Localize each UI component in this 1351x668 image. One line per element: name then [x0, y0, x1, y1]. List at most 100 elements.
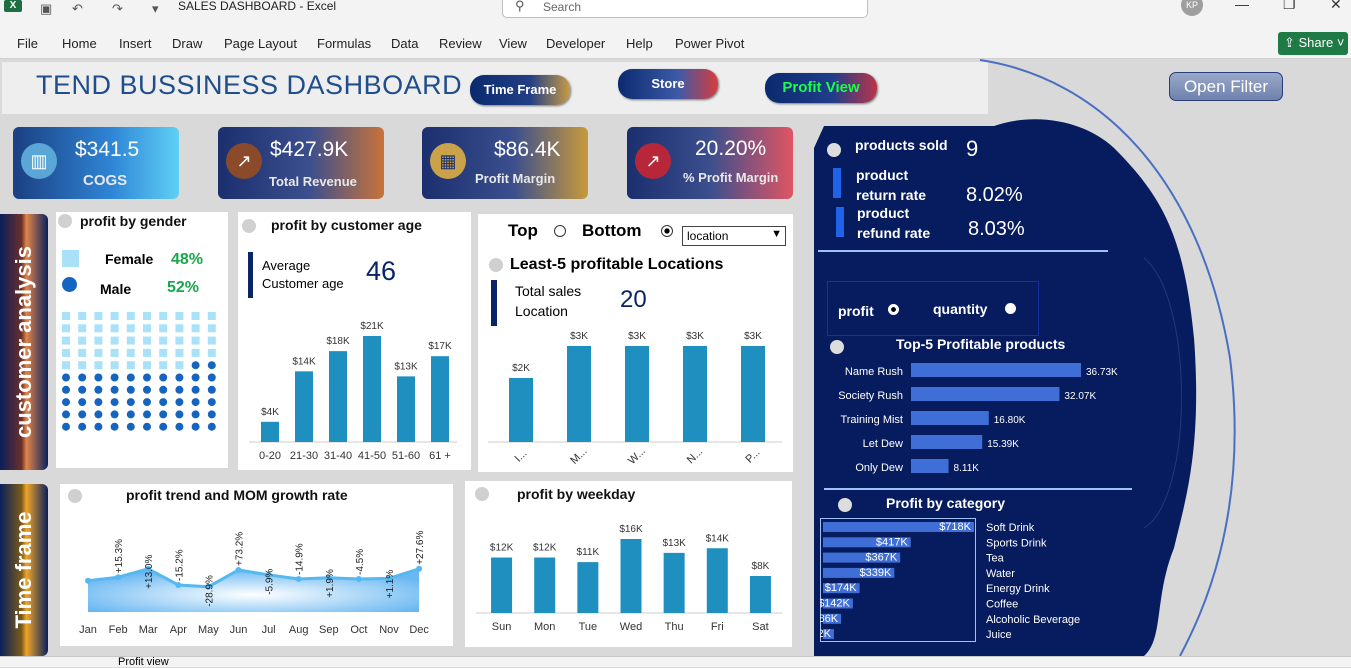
menu-formulas[interactable]: Formulas: [317, 36, 371, 51]
waffle-cell-male: [175, 398, 184, 407]
waffle-cell-female: [191, 348, 200, 357]
waffle-cell-female: [159, 312, 168, 320]
menu-developer[interactable]: Developer: [546, 36, 605, 51]
male-legend-swatch: [62, 277, 77, 292]
waffle-cell-female: [94, 312, 103, 320]
waffle-cell-female: [94, 336, 103, 345]
sheet-tabs-bar: Profit view: [0, 656, 1351, 668]
menu-help[interactable]: Help: [626, 36, 653, 51]
profit-view-button[interactable]: Profit View: [765, 73, 877, 103]
close-icon[interactable]: ✕: [1330, 0, 1342, 13]
age-panel-toggle[interactable]: [242, 219, 256, 233]
waffle-cell-female: [62, 324, 70, 333]
products-sold-label: products sold: [855, 137, 948, 153]
data-label: $3K: [744, 331, 762, 342]
menu-page-layout[interactable]: Page Layout: [224, 36, 297, 51]
waffle-cell-female: [143, 361, 151, 370]
kpi-cogs-label: COGS: [83, 172, 128, 189]
maximize-icon[interactable]: ❐: [1283, 0, 1296, 13]
waffle-cell-male: [62, 373, 70, 382]
top5-toggle[interactable]: [830, 340, 844, 354]
waffle-cell-female: [175, 312, 184, 320]
tick-label: W...: [626, 445, 648, 467]
waffle-cell-female: [191, 336, 200, 345]
redo-icon[interactable]: ↷: [112, 1, 123, 17]
tick-label: Fri: [711, 621, 724, 633]
time-frame-tab[interactable]: Time frame: [0, 484, 48, 656]
menu-insert[interactable]: Insert: [119, 36, 152, 51]
data-point: [115, 574, 122, 581]
menu-review[interactable]: Review: [439, 36, 482, 51]
trend-panel-toggle[interactable]: [68, 489, 82, 503]
top-label: Top: [508, 221, 538, 240]
autosave-icon[interactable]: ▣: [40, 1, 52, 17]
products-sold-toggle[interactable]: [827, 143, 841, 157]
customer-analysis-tab[interactable]: customer analysis: [0, 214, 48, 470]
tick-label: Dec: [409, 624, 429, 636]
bar: [706, 548, 728, 613]
gender-panel: profit by gender Female 48% Male 52%: [56, 212, 228, 468]
tick-label: I...: [512, 447, 529, 464]
search-input[interactable]: ⚲ Search: [502, 0, 868, 18]
avatar[interactable]: KP: [1181, 0, 1203, 16]
waffle-cell-female: [175, 324, 184, 333]
title-bar: X ▣ ↶ ↷ ▾ SALES DASHBOARD - Excel ⚲ Sear…: [0, 0, 1351, 28]
menu-data[interactable]: Data: [391, 36, 418, 51]
data-point: [295, 576, 302, 582]
category-toggle[interactable]: [838, 498, 852, 512]
toggle-quantity-radio[interactable]: [1005, 303, 1016, 314]
menu-file[interactable]: File: [17, 36, 38, 51]
growth-label: +15.3%: [114, 539, 125, 573]
menu-power-pivot[interactable]: Power Pivot: [675, 36, 744, 51]
waffle-cell-male: [94, 410, 103, 419]
locations-panel-toggle[interactable]: [489, 258, 503, 272]
tick-label: Aug: [289, 624, 309, 636]
waffle-cell-male: [126, 385, 135, 394]
data-label: $13K: [662, 538, 686, 549]
data-label: $3K: [570, 331, 588, 342]
gender-title: profit by gender: [80, 213, 187, 229]
time-frame-button[interactable]: Time Frame: [470, 75, 570, 105]
data-label: $12K: [490, 543, 514, 554]
locations-accent-bar: [491, 280, 497, 326]
customize-toolbar-icon[interactable]: ▾: [152, 1, 159, 17]
waffle-cell-male: [159, 373, 168, 382]
share-button[interactable]: ⇪ Share ˅: [1278, 32, 1348, 55]
bar: [261, 421, 279, 442]
data-label: 32.07K: [1064, 391, 1096, 402]
kpi-pct-label: % Profit Margin: [683, 170, 779, 185]
store-button[interactable]: Store: [618, 69, 718, 99]
weekday-bar-chart: $12K Sun $12K Mon $11K Tue $16K Wed $13K Thu $14K F…: [476, 524, 782, 633]
tick-label: P...: [743, 446, 762, 465]
category-label: Let Dew: [863, 438, 903, 450]
waffle-cell-female: [207, 312, 216, 320]
trend-area-chart: Jan +15.3% Feb +13.0% Mar -15.2% Apr -28.9% May +…: [79, 530, 429, 636]
time-frame-label: Time frame: [11, 511, 36, 629]
female-label: Female: [105, 251, 154, 267]
kpi-profit-margin-label: Profit Margin: [475, 171, 556, 186]
menu-home[interactable]: Home: [62, 36, 97, 51]
refund-rate-label-1: product: [857, 205, 910, 221]
menu-view[interactable]: View: [499, 36, 527, 51]
data-point: [175, 582, 182, 588]
minimize-icon[interactable]: —: [1235, 0, 1249, 12]
data-label: 36.73K: [1086, 367, 1118, 378]
kpi-cogs-value: $341.5: [75, 138, 140, 161]
bottom-radio[interactable]: [661, 225, 673, 237]
waffle-cell-male: [110, 398, 119, 407]
tick-label: Mon: [534, 621, 555, 633]
waffle-cell-male: [191, 422, 200, 431]
waffle-cell-male: [94, 385, 103, 394]
undo-icon[interactable]: ↶: [72, 1, 83, 17]
top-radio[interactable]: [554, 225, 566, 237]
data-label: 15.39K: [987, 439, 1019, 450]
location-dropdown[interactable]: location ▼: [682, 226, 786, 246]
menu-draw[interactable]: Draw: [172, 36, 202, 51]
gender-panel-toggle[interactable]: [58, 214, 72, 228]
weekday-panel-toggle[interactable]: [475, 487, 489, 501]
open-filter-button[interactable]: Open Filter: [1169, 72, 1283, 101]
weekday-panel: profit by weekday $12K Sun $12K Mon $11K Tue $…: [465, 481, 792, 647]
locations-title: Least-5 profitable Locations: [510, 256, 724, 273]
toggle-profit-radio[interactable]: [888, 304, 899, 315]
waffle-cell-female: [207, 324, 216, 333]
